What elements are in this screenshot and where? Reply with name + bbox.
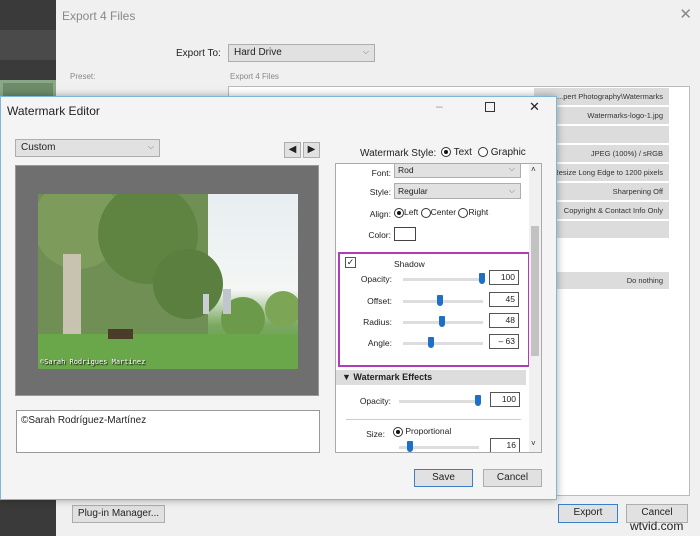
shadow-angle-input[interactable]: – 63 <box>489 334 519 349</box>
close-icon[interactable]: ✕ <box>529 99 540 115</box>
park-photo-illustration <box>38 194 298 369</box>
preset-value: Custom <box>21 142 56 153</box>
effects-opacity-label: Opacity: <box>359 396 391 406</box>
watermark-editor-dialog: Watermark Editor – ✕ Custom ⌵ ◀ ▶ ©Sarah … <box>0 96 557 500</box>
align-label: Align: <box>369 209 391 219</box>
slider-thumb[interactable] <box>475 395 481 406</box>
watermark-effects-label: Watermark Effects <box>353 372 433 382</box>
shadow-checkbox[interactable]: ✓ <box>345 257 356 268</box>
watermark-preview: ©Sarah Rodrigues Martinez <box>15 165 319 396</box>
save-button[interactable]: Save <box>414 469 473 487</box>
shadow-label: Shadow <box>394 259 425 269</box>
shadow-angle-slider[interactable] <box>403 337 483 348</box>
shadow-radius-input[interactable]: 48 <box>489 313 519 328</box>
shadow-angle-label: Angle: <box>367 338 392 348</box>
font-label: Font: <box>371 168 391 178</box>
shadow-offset-slider[interactable] <box>403 295 483 306</box>
size-slider[interactable] <box>399 441 479 452</box>
watermark-effects-header[interactable]: ▼ Watermark Effects <box>336 370 526 385</box>
align-radio-group[interactable]: Left Center Right <box>394 207 488 218</box>
chevron-down-icon: ⌵ <box>508 186 515 195</box>
watermark-text-input[interactable]: ©Sarah Rodríguez-Martínez <box>16 410 320 453</box>
slider-thumb[interactable] <box>407 441 413 452</box>
export-to-select[interactable]: Hard Drive ⌵ <box>228 44 375 62</box>
scrollbar-thumb[interactable] <box>531 226 539 356</box>
align-right-label: Right <box>468 207 489 217</box>
size-proportional-radio[interactable]: Proportional <box>393 426 451 437</box>
shadow-opacity-label: Opacity: <box>360 274 392 284</box>
preview-watermark-text: ©Sarah Rodrigues Martinez <box>40 358 146 366</box>
chevron-down-icon: ⌵ <box>147 142 154 151</box>
slider-thumb[interactable] <box>479 273 485 284</box>
effects-opacity-slider[interactable] <box>399 395 481 406</box>
color-label: Color: <box>368 230 391 240</box>
next-button[interactable]: ▶ <box>303 142 320 158</box>
chevron-down-icon[interactable]: ˅ <box>531 439 536 448</box>
effects-opacity-input[interactable]: 100 <box>490 392 520 407</box>
previous-button[interactable]: ◀ <box>284 142 301 158</box>
radio-icon <box>441 147 451 158</box>
style-text-label: Text <box>453 147 472 158</box>
export-dialog-title: Export 4 Files <box>62 9 136 23</box>
align-left-radio[interactable] <box>394 207 404 218</box>
export-button[interactable]: Export <box>558 504 618 523</box>
close-icon[interactable]: ✕ <box>679 5 692 23</box>
site-watermark: wtvid.com <box>630 519 684 533</box>
watermark-editor-title: Watermark Editor <box>7 104 100 118</box>
watermark-options-panel: Font: Rod ⌵ Style: Regular ⌵ Align: Left C… <box>335 163 542 453</box>
export-to-label: Export To: <box>176 48 221 59</box>
panel-scrollbar[interactable]: ˄ ˅ <box>529 164 541 452</box>
watermark-style-label: Watermark Style: <box>360 148 437 159</box>
align-center-radio[interactable] <box>420 207 431 218</box>
maximize-icon[interactable] <box>485 102 495 112</box>
style-value: Regular <box>398 186 428 196</box>
chevron-up-icon[interactable]: ˄ <box>531 165 536 174</box>
radio-icon <box>478 147 488 158</box>
cancel-button[interactable]: Cancel <box>483 469 542 487</box>
align-left-label: Left <box>404 207 419 217</box>
preset-select[interactable]: Custom ⌵ <box>15 139 160 157</box>
size-input[interactable]: 16 <box>490 438 520 452</box>
color-swatch[interactable] <box>394 227 416 241</box>
list-header: Export 4 Files <box>230 72 279 81</box>
font-value: Rod <box>398 165 414 175</box>
divider <box>346 419 521 420</box>
style-select[interactable]: Regular ⌵ <box>394 183 521 199</box>
triangle-down-icon: ▼ <box>342 372 354 382</box>
align-right-radio[interactable] <box>458 207 469 218</box>
shadow-opacity-slider[interactable] <box>403 273 485 284</box>
preview-photo: ©Sarah Rodrigues Martinez <box>38 194 298 369</box>
align-center-label: Center <box>430 207 457 217</box>
shadow-offset-label: Offset: <box>367 296 392 306</box>
shadow-section-highlight: ✓ Shadow Opacity: 100 Offset: 45 Radius:… <box>338 252 530 367</box>
shadow-radius-slider[interactable] <box>403 316 483 327</box>
export-to-value: Hard Drive <box>234 47 282 58</box>
style-graphic-radio[interactable]: Graphic <box>478 147 526 158</box>
shadow-offset-input[interactable]: 45 <box>489 292 519 307</box>
plugin-manager-button[interactable]: Plug-in Manager... <box>72 505 165 523</box>
font-select[interactable]: Rod ⌵ <box>394 164 521 178</box>
shadow-opacity-input[interactable]: 100 <box>489 270 519 285</box>
minimize-icon[interactable]: – <box>436 99 443 113</box>
preset-label: Preset: <box>70 72 96 81</box>
radio-icon <box>393 426 403 437</box>
style-graphic-label: Graphic <box>490 147 526 158</box>
size-mode-label: Proportional <box>405 426 452 436</box>
chevron-down-icon: ⌵ <box>508 164 515 173</box>
slider-thumb[interactable] <box>439 316 445 327</box>
style-text-radio[interactable]: Text <box>441 147 472 158</box>
slider-thumb[interactable] <box>437 295 443 306</box>
style-label: Style: <box>369 187 391 197</box>
size-label: Size: <box>366 429 385 439</box>
shadow-radius-label: Radius: <box>363 317 392 327</box>
chevron-down-icon: ⌵ <box>362 47 369 56</box>
slider-thumb[interactable] <box>428 337 434 348</box>
